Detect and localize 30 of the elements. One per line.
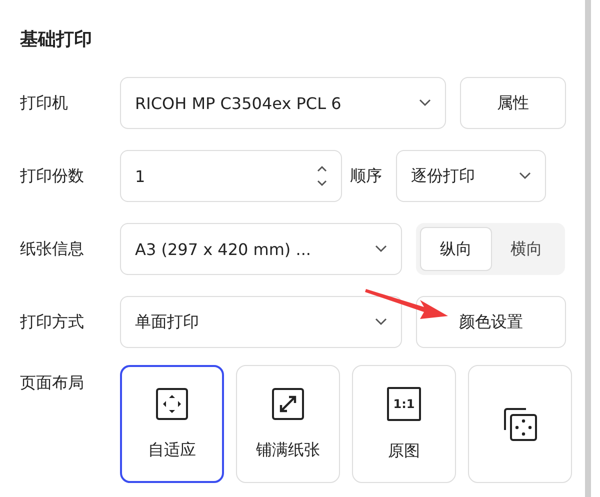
field-label: 纸张信息 xyxy=(20,238,85,260)
chevron-down-icon xyxy=(375,318,387,326)
properties-button[interactable]: 属性 xyxy=(460,77,566,129)
layout-option[interactable]: 铺满纸张 xyxy=(236,365,340,483)
chevron-down-icon xyxy=(419,99,431,107)
paper-dropdown[interactable]: A3 (297 x 420 mm) ... xyxy=(120,223,402,275)
field-label: 打印方式 xyxy=(20,312,85,332)
orientation-option[interactable]: 横向 xyxy=(492,227,561,271)
field-label: 打印份数 xyxy=(20,166,85,186)
copies-spinbox[interactable]: 1 xyxy=(120,150,342,202)
printer-dropdown[interactable]: RICOH MP C3504ex PCL 6 xyxy=(120,77,446,129)
multi-page-icon xyxy=(502,406,538,442)
orientation-option[interactable]: 纵向 xyxy=(420,227,492,271)
layout-option[interactable]: 1:1 原图 xyxy=(352,365,456,483)
section-title: 基础打印 xyxy=(20,28,93,52)
layout-option[interactable] xyxy=(468,365,572,483)
chevron-down-icon xyxy=(375,245,387,253)
field-label: 打印机 xyxy=(20,92,69,114)
field-label: 顺序 xyxy=(350,166,383,186)
layout-option[interactable]: 自适应 xyxy=(120,365,224,483)
field-label: 页面布局 xyxy=(20,373,85,394)
scrollbar[interactable] xyxy=(585,0,591,497)
chevron-down-icon xyxy=(519,172,531,180)
order-dropdown[interactable]: 逐份打印 xyxy=(396,150,546,202)
expand-icon xyxy=(272,388,304,420)
fit-icon xyxy=(156,388,188,420)
spinner-icon xyxy=(317,165,327,187)
color-settings-button[interactable]: 颜色设置 xyxy=(416,296,566,348)
print-mode-dropdown[interactable]: 单面打印 xyxy=(120,296,402,348)
actual-size-icon: 1:1 xyxy=(387,386,421,420)
